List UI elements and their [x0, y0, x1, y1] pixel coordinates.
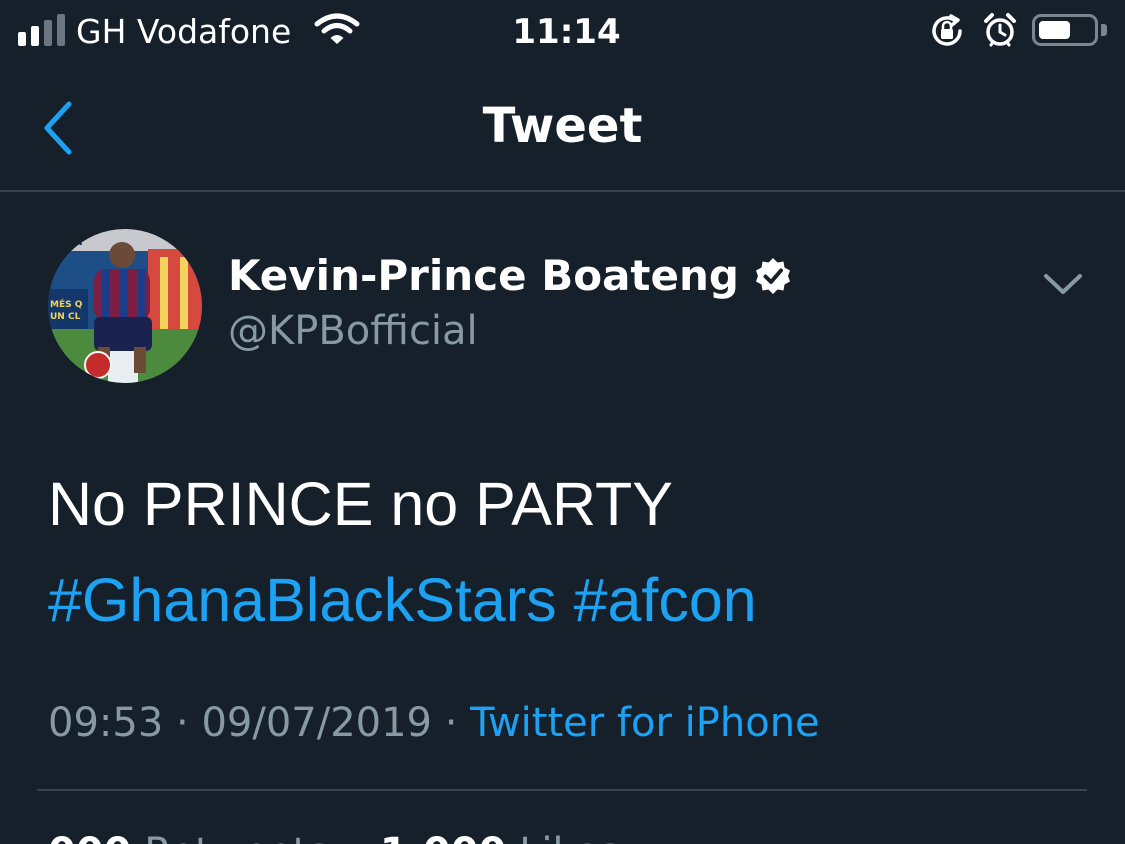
meta-separator: ·	[444, 700, 458, 746]
likes-stat[interactable]: 1,000 Likes	[380, 830, 620, 844]
svg-text:NAMI: NAMI	[50, 235, 83, 248]
author-name-row[interactable]: Kevin-Prince Boateng	[228, 248, 793, 304]
tweet-screen: GH Vodafone 11:14 Tweet NAMI MÉS Q UN CL…	[0, 0, 1125, 844]
battery-icon	[1032, 14, 1098, 46]
tweet-text-line: No PRINCE no PARTY	[48, 470, 673, 538]
svg-text:MÉS Q: MÉS Q	[50, 298, 83, 310]
meta-separator: ·	[176, 700, 189, 746]
rotation-lock-icon	[930, 14, 966, 52]
tweet-hashtags: #GhanaBlackStars #afcon	[48, 552, 1088, 648]
status-bar: GH Vodafone 11:14	[0, 0, 1125, 64]
chevron-down-icon	[1044, 274, 1082, 294]
hashtag-link[interactable]: #GhanaBlackStars	[48, 566, 557, 634]
tweet-source-link[interactable]: Twitter for iPhone	[470, 700, 820, 746]
svg-text:UN CL: UN CL	[50, 312, 81, 322]
divider	[37, 789, 1087, 791]
tweet-text: No PRINCE no PARTY #GhanaBlackStars #afc…	[48, 456, 1088, 648]
author-display-name[interactable]: Kevin-Prince Boateng	[228, 248, 739, 304]
likes-count: 1,000	[380, 830, 507, 844]
alarm-icon	[983, 12, 1017, 52]
tweet-stats: 000 Retweets 1,000 Likes	[48, 826, 620, 844]
battery-tip	[1101, 24, 1107, 36]
nav-bar: Tweet	[0, 64, 1125, 192]
retweets-count: 000	[48, 830, 132, 844]
hashtag-link[interactable]: #afcon	[574, 566, 757, 634]
page-title: Tweet	[482, 98, 643, 154]
likes-label: Likes	[519, 830, 620, 844]
tweet-time: 09:53	[48, 700, 164, 746]
retweets-label: Retweets	[144, 830, 329, 844]
battery-level-fill	[1039, 21, 1070, 39]
verified-badge-icon	[755, 258, 790, 294]
tweet-meta: 09:53 · 09/07/2019 · Twitter for iPhone	[48, 696, 820, 750]
tweet-options-button[interactable]	[1040, 266, 1086, 302]
tweet-date: 09/07/2019	[201, 700, 432, 746]
author-handle[interactable]: @KPBofficial	[228, 304, 478, 358]
avatar[interactable]: NAMI MÉS Q UN CL	[48, 229, 202, 383]
retweets-stat[interactable]: 000 Retweets	[48, 830, 329, 844]
